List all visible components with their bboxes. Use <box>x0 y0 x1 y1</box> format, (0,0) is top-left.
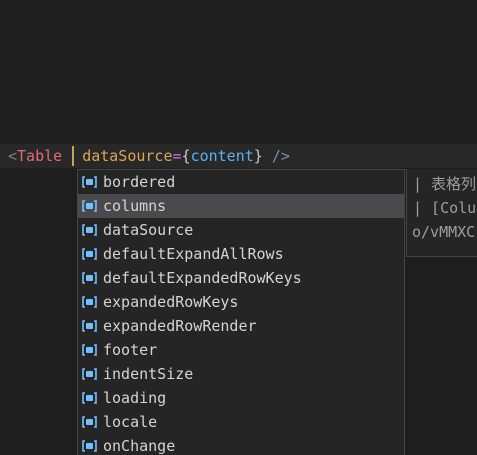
suggestion-details-panel: | 表格列 | [Colu o/vMMXC <box>406 169 477 257</box>
property-icon <box>82 296 97 308</box>
property-icon <box>82 368 97 380</box>
property-icon <box>82 320 97 332</box>
equals-sign: = <box>172 147 182 165</box>
property-icon <box>82 200 97 212</box>
property-icon <box>82 224 97 236</box>
tag-name: Table <box>17 147 63 165</box>
suggestion-widget[interactable]: bordered columns dataSource defaultExpandAl… <box>77 169 405 455</box>
suggestion-item[interactable]: expandedRowKeys <box>78 290 404 314</box>
suggestion-label: onChange <box>103 437 176 455</box>
property-icon <box>82 176 97 188</box>
suggestion-item[interactable]: expandedRowRender <box>78 314 404 338</box>
property-icon <box>82 440 97 452</box>
suggestion-item[interactable]: indentSize <box>78 362 404 386</box>
tag-self-close: /> <box>262 147 290 165</box>
details-line-2: | [Colu <box>413 199 477 217</box>
suggestion-item[interactable]: dataSource <box>78 218 404 242</box>
suggestion-label: loading <box>103 389 167 407</box>
text-cursor <box>72 146 75 166</box>
property-icon <box>82 272 97 284</box>
property-icon <box>82 416 97 428</box>
tag-open-bracket: < <box>8 147 18 165</box>
suggestion-label: defaultExpandedRowKeys <box>103 269 302 287</box>
suggestion-label: locale <box>103 413 158 431</box>
details-line-1: | 表格列 <box>413 175 477 193</box>
suggestion-item[interactable]: footer <box>78 338 404 362</box>
close-brace: } <box>253 147 263 165</box>
property-icon <box>82 344 97 356</box>
suggestion-item[interactable]: onChange <box>78 434 404 455</box>
attribute-name: dataSource <box>82 147 173 165</box>
current-code-line[interactable]: <Table dataSource={content} /> <box>0 144 477 168</box>
suggestion-label: defaultExpandAllRows <box>103 245 284 263</box>
suggestion-item[interactable]: bordered <box>78 170 404 194</box>
suggestion-label: columns <box>103 197 167 215</box>
suggestion-item[interactable]: columns <box>78 194 404 218</box>
details-line-3: o/vMMXC <box>412 223 476 241</box>
attribute-value: content <box>190 147 254 165</box>
property-icon <box>82 392 97 404</box>
suggestion-label: indentSize <box>103 365 194 383</box>
suggestion-label: dataSource <box>103 221 194 239</box>
suggestion-label: bordered <box>103 173 176 191</box>
open-brace: { <box>181 147 191 165</box>
property-icon <box>82 248 97 260</box>
suggestion-item[interactable]: locale <box>78 410 404 434</box>
suggestion-label: expandedRowKeys <box>103 293 239 311</box>
suggestion-item[interactable]: loading <box>78 386 404 410</box>
suggestion-label: expandedRowRender <box>103 317 257 335</box>
suggestion-label: footer <box>103 341 158 359</box>
suggestion-item[interactable]: defaultExpandedRowKeys <box>78 266 404 290</box>
suggestion-item[interactable]: defaultExpandAllRows <box>78 242 404 266</box>
